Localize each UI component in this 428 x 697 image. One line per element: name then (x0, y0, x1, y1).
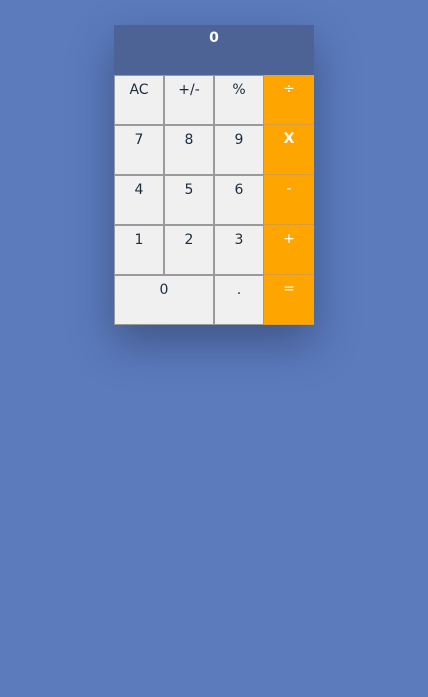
digit-8-button[interactable]: 8 (164, 125, 214, 175)
decimal-button[interactable]: . (214, 275, 264, 325)
digit-2-button[interactable]: 2 (164, 225, 214, 275)
add-button[interactable]: + (264, 225, 314, 275)
percent-button[interactable]: % (214, 75, 264, 125)
divide-button[interactable]: ÷ (264, 75, 314, 125)
sign-toggle-button[interactable]: +/- (164, 75, 214, 125)
calculator: 0 AC +/- % ÷ 7 8 9 X 4 5 6 - 1 2 3 + 0 .… (114, 25, 314, 325)
clear-button[interactable]: AC (114, 75, 164, 125)
digit-0-button[interactable]: 0 (114, 275, 214, 325)
digit-4-button[interactable]: 4 (114, 175, 164, 225)
keypad: AC +/- % ÷ 7 8 9 X 4 5 6 - 1 2 3 + 0 . = (114, 75, 314, 325)
display: 0 (114, 25, 314, 75)
subtract-button[interactable]: - (264, 175, 314, 225)
display-value: 0 (209, 30, 219, 46)
digit-3-button[interactable]: 3 (214, 225, 264, 275)
digit-6-button[interactable]: 6 (214, 175, 264, 225)
digit-7-button[interactable]: 7 (114, 125, 164, 175)
equals-button[interactable]: = (264, 275, 314, 325)
digit-1-button[interactable]: 1 (114, 225, 164, 275)
digit-9-button[interactable]: 9 (214, 125, 264, 175)
multiply-button[interactable]: X (264, 125, 314, 175)
digit-5-button[interactable]: 5 (164, 175, 214, 225)
